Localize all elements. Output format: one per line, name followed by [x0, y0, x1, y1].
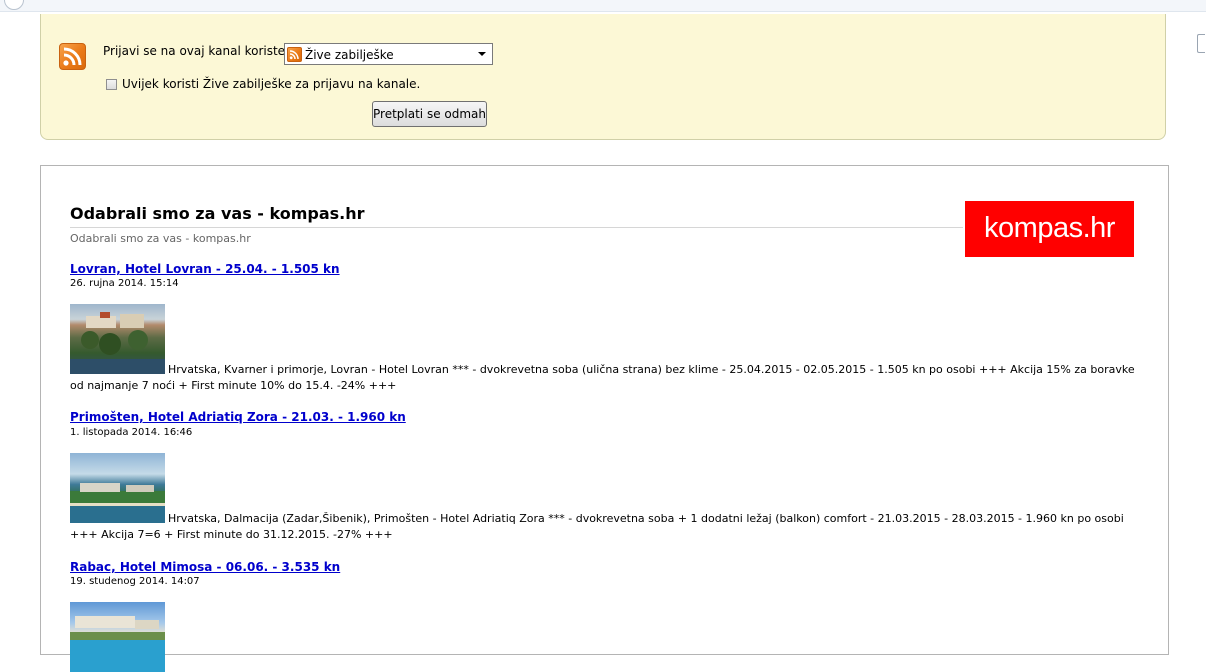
- always-use-checkbox[interactable]: [106, 79, 117, 90]
- entry-date: 1. listopada 2014. 16:46: [70, 427, 193, 438]
- entry-description-text: Hrvatska, Dalmacija (Zadar,Šibenik), Pri…: [70, 512, 1124, 541]
- kompas-logo: kompas.hr: [965, 201, 1134, 257]
- entry-description-text: Hrvatska, Kvarner i primorje, Lovran - H…: [70, 363, 1135, 392]
- reader-select-value: Žive zabilješke: [305, 47, 394, 62]
- reader-select[interactable]: Žive zabilješke: [284, 43, 493, 65]
- chevron-down-icon: [478, 52, 486, 56]
- browser-top-bar: [0, 0, 1206, 12]
- rss-small-icon: [287, 47, 302, 62]
- scrollbar-edge: [1197, 34, 1205, 53]
- entry-description: Hrvatska, Dalmacija (Zadar,Šibenik), Pri…: [70, 511, 1140, 543]
- entry-thumbnail[interactable]: [70, 602, 165, 672]
- title-divider: [70, 227, 963, 228]
- always-use-label: Uvijek koristi Žive zabilješke za prijav…: [122, 77, 421, 91]
- feed-subtitle: Odabrali smo za vas - kompas.hr: [70, 232, 251, 245]
- entry-date: 26. rujna 2014. 15:14: [70, 278, 179, 289]
- subscribe-label: Prijavi se na ovaj kanal koristeći: [103, 44, 295, 58]
- entry-description: Hrvatska, Kvarner i primorje, Lovran - H…: [70, 362, 1140, 394]
- feed-title: Odabrali smo za vas - kompas.hr: [70, 204, 365, 223]
- entry-date: 19. studenog 2014. 14:07: [70, 576, 200, 587]
- subscribe-now-button[interactable]: Pretplati se odmah: [372, 101, 487, 127]
- entry-title-link[interactable]: Rabac, Hotel Mimosa - 06.06. - 3.535 kn: [70, 560, 340, 574]
- entry-title-link[interactable]: Lovran, Hotel Lovran - 25.04. - 1.505 kn: [70, 262, 340, 276]
- rss-feed-icon: [59, 43, 86, 70]
- entry-title-link[interactable]: Primošten, Hotel Adriatiq Zora - 21.03. …: [70, 410, 406, 424]
